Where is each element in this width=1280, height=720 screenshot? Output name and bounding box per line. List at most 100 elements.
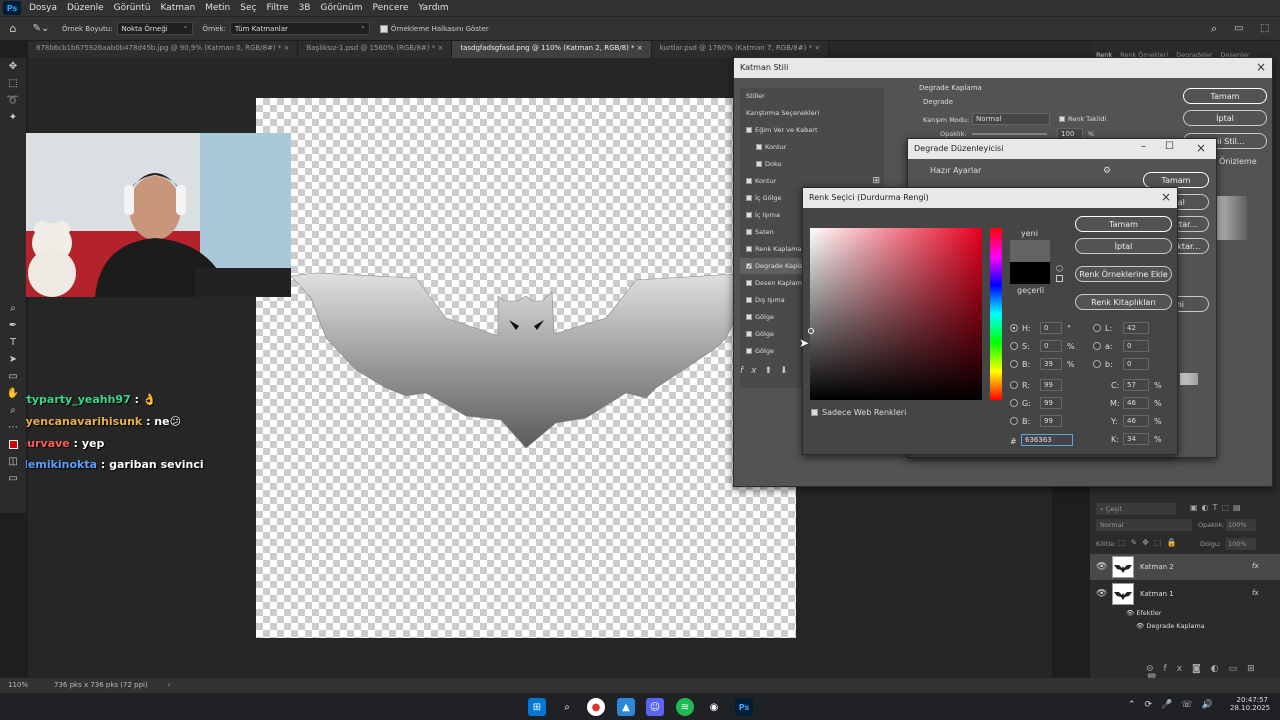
minimize-icon[interactable]: – — [1141, 141, 1146, 152]
layer-filter-icons[interactable]: ▣◐T⬚▤ — [1190, 503, 1245, 512]
workspace-icon[interactable]: ▭ — [1234, 23, 1243, 34]
green-field[interactable]: 99 — [1040, 397, 1062, 409]
blend-mode-select[interactable]: Normal — [1096, 519, 1192, 531]
red-radio[interactable] — [1010, 381, 1018, 389]
green-radio[interactable] — [1010, 399, 1018, 407]
l-field[interactable]: 42 — [1123, 322, 1149, 334]
web-cube-icon[interactable] — [1056, 275, 1063, 282]
lock-icons[interactable]: ⬚✎✥⬚🔒 — [1118, 538, 1181, 547]
show-ring-checkbox[interactable] — [379, 24, 388, 33]
tab-document-2[interactable]: Başlıksız-1.psd @ 1560% (RGB/8#) * × — [298, 41, 453, 58]
style-checkbox[interactable] — [756, 161, 762, 167]
layer-style-cancel-button[interactable]: İptal — [1183, 110, 1267, 126]
menu-katman[interactable]: Katman — [155, 3, 200, 13]
menu-yardim[interactable]: Yardım — [413, 3, 453, 13]
zoom-tool-icon[interactable]: ⌕ — [0, 300, 26, 317]
tab-document-3[interactable]: tasdgfadsgfasd.png @ 110% (Katman 2, RGB… — [452, 41, 652, 58]
chevron-right-icon[interactable]: › — [168, 681, 171, 689]
a-field[interactable]: 0 — [1123, 340, 1149, 352]
blue-field[interactable]: 99 — [1040, 415, 1062, 427]
gradient-bar[interactable] — [1180, 373, 1198, 385]
brightness-field[interactable]: 39 — [1040, 358, 1062, 370]
hex-field[interactable]: 636363 — [1021, 434, 1073, 446]
eye-icon[interactable]: 👁 — [1096, 589, 1107, 599]
clock[interactable]: 20:47:57 28.10.2025 — [1230, 696, 1270, 712]
a-radio[interactable] — [1093, 342, 1101, 350]
photoshop-taskbar-icon[interactable]: Ps — [735, 698, 753, 716]
opacity-slider[interactable] — [972, 133, 1047, 135]
menu-metin[interactable]: Metin — [200, 3, 235, 13]
close-icon[interactable]: × — [1161, 190, 1171, 204]
style-checkbox[interactable] — [746, 229, 752, 235]
l-radio[interactable] — [1093, 324, 1101, 332]
color-libraries-button[interactable]: Renk Kitaplıkları — [1075, 294, 1172, 310]
menu-3b[interactable]: 3B — [294, 3, 316, 13]
zoom-level[interactable]: 110% — [8, 681, 28, 689]
style-checkbox[interactable] — [746, 195, 752, 201]
zoom-tool-2-icon[interactable]: ⌕ — [0, 402, 26, 419]
sample-select[interactable]: Tüm Katmanlar — [229, 22, 370, 35]
blue-radio[interactable] — [1010, 417, 1018, 425]
b-field[interactable]: 0 — [1123, 358, 1149, 370]
style-item[interactable]: Doku — [740, 156, 884, 173]
effects-row[interactable]: 👁 Efektler — [1126, 609, 1162, 617]
yellow-field[interactable]: 46 — [1123, 415, 1149, 427]
style-item[interactable]: Eğim Ver ve Kabart — [740, 122, 884, 139]
style-bottom-icons[interactable]: fx⬆⬇ — [740, 366, 796, 376]
styles-header[interactable]: Stiller — [740, 88, 884, 105]
style-checkbox[interactable] — [746, 297, 752, 303]
style-checkbox[interactable] — [746, 331, 752, 337]
pen-tool-icon[interactable]: ✒ — [0, 317, 26, 334]
screen-mode-icon[interactable]: ▭ — [0, 470, 26, 487]
fx-icon[interactable]: fx — [1252, 589, 1259, 597]
color-field[interactable] — [810, 228, 982, 400]
type-tool-icon[interactable]: T — [0, 334, 26, 351]
add-to-swatches-button[interactable]: Renk Örneklerine Ekle — [1075, 266, 1172, 282]
style-checkbox[interactable] — [746, 212, 752, 218]
move-tool-icon[interactable]: ✥ — [0, 58, 26, 75]
blend-mode-select[interactable]: Normal — [972, 113, 1050, 125]
spotify-icon[interactable]: ≋ — [676, 698, 694, 716]
saturation-field[interactable]: 0 — [1040, 340, 1062, 352]
menu-dosya[interactable]: Dosya — [24, 3, 62, 13]
style-checkbox[interactable] — [746, 127, 752, 133]
windows-start-icon[interactable]: ⊞ — [528, 698, 546, 716]
brightness-radio[interactable] — [1010, 360, 1018, 368]
style-checkbox[interactable] — [756, 144, 762, 150]
maximize-icon[interactable]: ☐ — [1165, 141, 1174, 152]
black-field[interactable]: 34 — [1123, 433, 1149, 445]
fill-field[interactable]: 100% — [1226, 538, 1256, 550]
hue-field[interactable]: 0 — [1040, 322, 1062, 334]
gradient-ok-button[interactable]: Tamam — [1143, 172, 1209, 188]
close-icon[interactable]: × — [437, 44, 443, 52]
eye-icon[interactable]: 👁 — [1096, 562, 1107, 572]
tab-document-4[interactable]: kurtlar.psd @ 1760% (Katman 7, RGB/8#) *… — [651, 41, 830, 58]
obs-icon[interactable]: ◉ — [705, 698, 723, 716]
b-radio[interactable] — [1093, 360, 1101, 368]
path-selection-tool-icon[interactable]: ➤ — [0, 351, 26, 368]
rectangle-tool-icon[interactable]: ▭ — [0, 368, 26, 385]
photoshop-logo-icon[interactable]: Ps — [3, 1, 21, 15]
eye-icon[interactable]: 👁 — [1126, 609, 1136, 617]
style-item[interactable]: Karıştırma Seçenekleri — [740, 105, 884, 122]
more-tools-icon[interactable]: ⋯ — [0, 419, 26, 436]
hue-slider[interactable] — [990, 228, 1002, 400]
document-canvas[interactable] — [256, 98, 796, 638]
quick-mask-icon[interactable]: ◫ — [0, 453, 26, 470]
layer-row-katman-1[interactable]: 👁 Katman 1 fx — [1090, 581, 1280, 607]
cyan-field[interactable]: 57 — [1123, 379, 1149, 391]
style-checkbox[interactable] — [746, 314, 752, 320]
close-icon[interactable]: × — [1256, 60, 1266, 74]
layer-style-ok-button[interactable]: Tamam — [1183, 88, 1267, 104]
eyedropper-tool-icon[interactable]: ✎⌄ — [26, 23, 56, 34]
lasso-tool-icon[interactable]: ➰ — [0, 92, 26, 109]
dither-checkbox[interactable] — [1059, 116, 1065, 122]
search-icon[interactable]: ⌕ — [558, 698, 576, 716]
color-cancel-button[interactable]: İptal — [1075, 238, 1172, 254]
style-item[interactable]: Kontur — [740, 139, 884, 156]
saturation-radio[interactable] — [1010, 342, 1018, 350]
style-checkbox[interactable] — [746, 246, 752, 252]
close-icon[interactable]: × — [814, 44, 820, 52]
chrome-icon[interactable]: ● — [587, 698, 605, 716]
share-icon[interactable]: ⬚ — [1260, 23, 1269, 34]
